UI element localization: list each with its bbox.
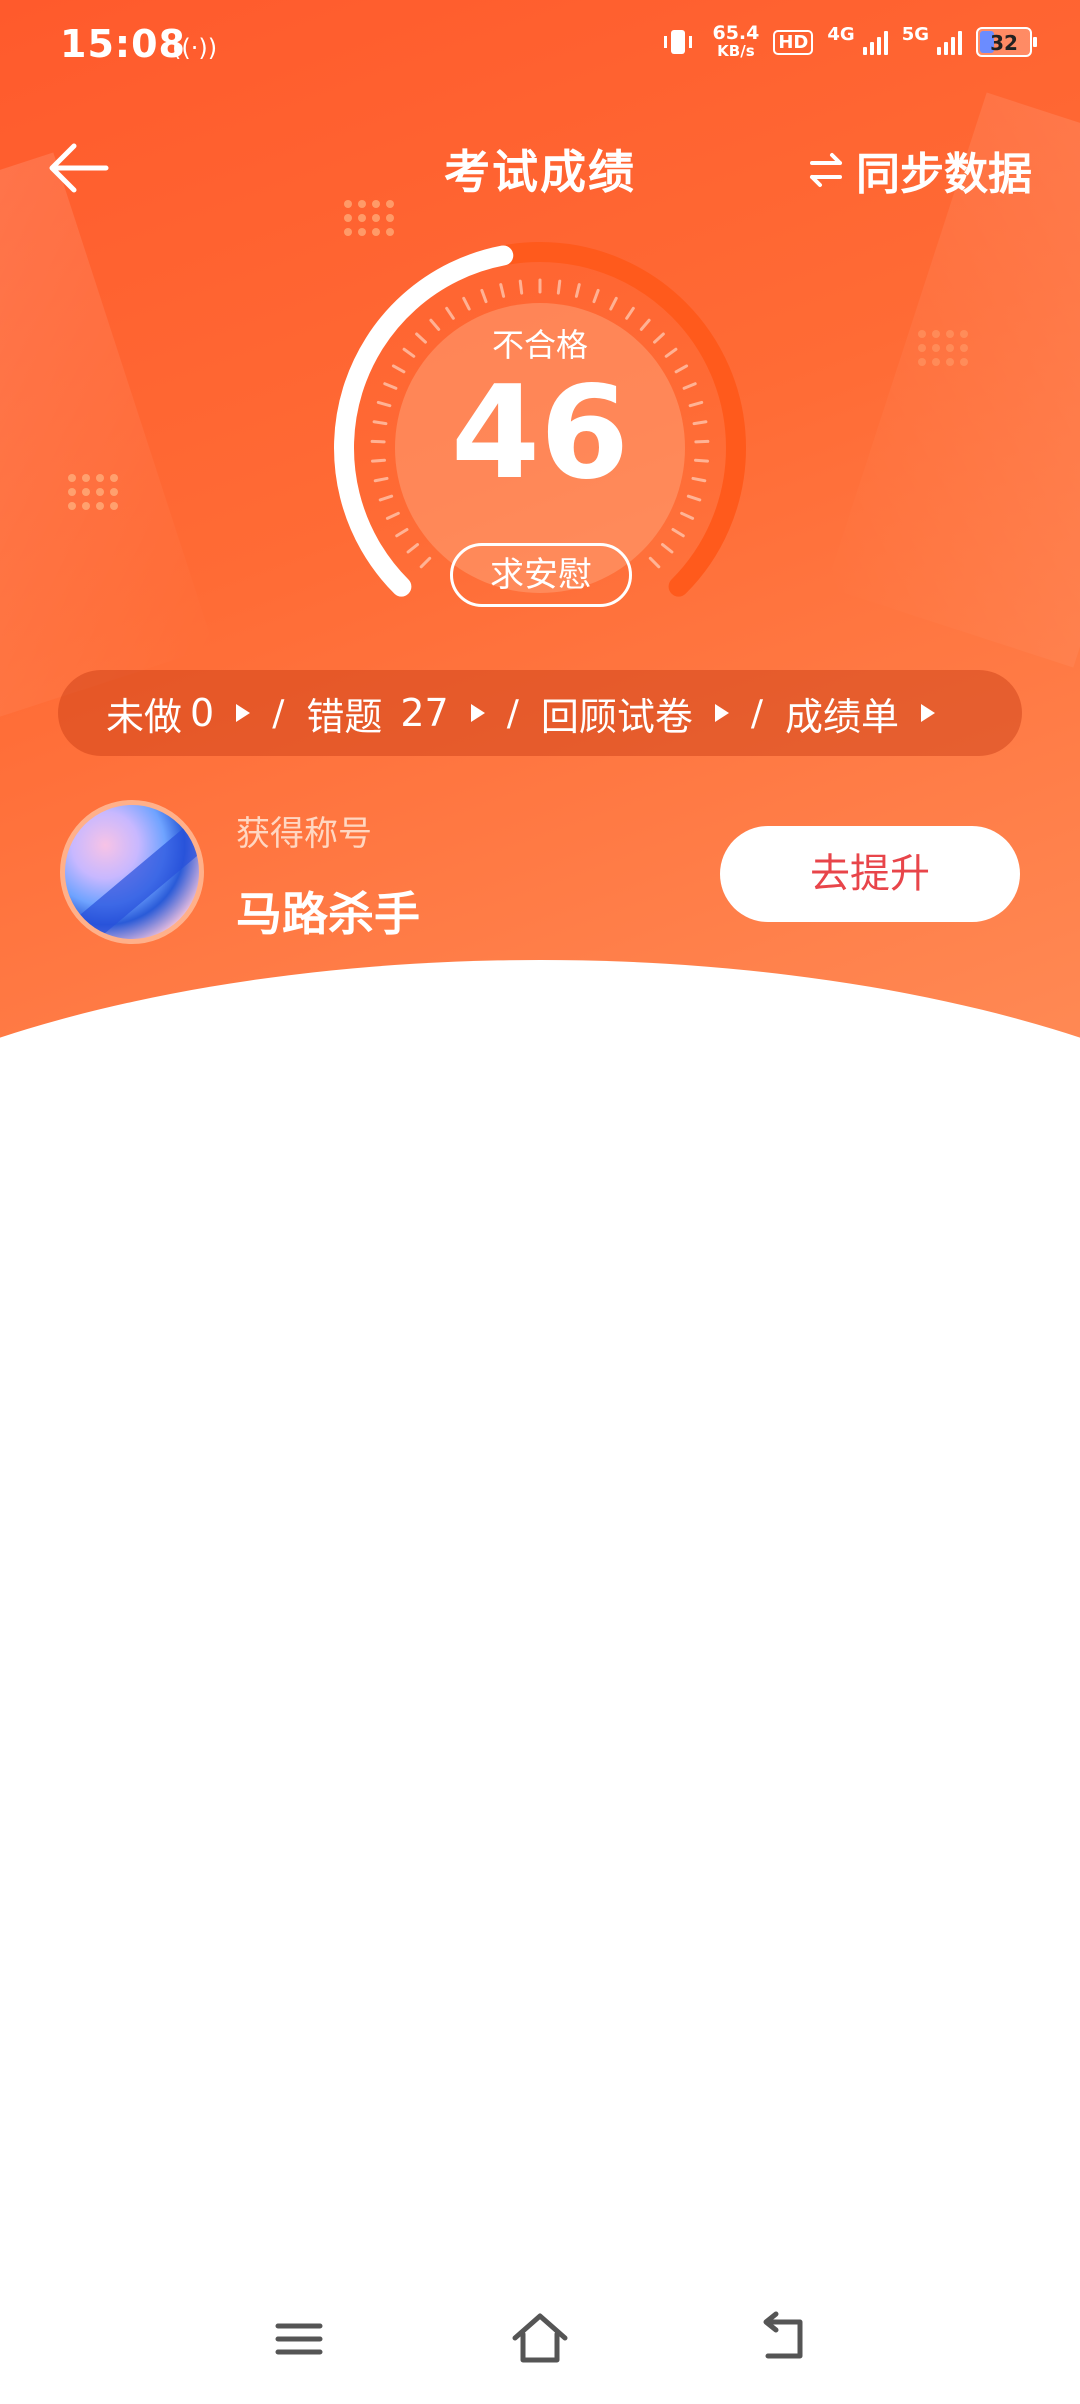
decorative-dots (68, 474, 118, 510)
gauge-tick (518, 279, 524, 295)
battery-icon: 32 (976, 27, 1037, 57)
gauge-tick (419, 556, 432, 569)
status-bar: 15:08 ((·)) 65.4 KB/s HD 4G 5G 32 (0, 0, 1080, 96)
decorative-dots (918, 330, 968, 366)
menu-icon[interactable] (264, 2304, 334, 2374)
gauge-tick (671, 528, 685, 538)
gauge-tick (625, 306, 635, 320)
home-icon[interactable] (505, 2304, 575, 2374)
separator: / (750, 692, 764, 734)
network-speed: 65.4 KB/s (712, 22, 760, 61)
gauge-tick (592, 288, 600, 304)
decorative-sheen (0, 152, 214, 728)
vibrate-icon (664, 30, 693, 54)
signal-icon (862, 29, 888, 55)
stat-review-paper[interactable]: 回顾试卷 (541, 686, 729, 741)
sim2-network-type: 5G (901, 24, 929, 45)
earned-title-label: 获得称号 (236, 814, 372, 854)
clock: 15:08 (60, 22, 186, 66)
caret-right-icon (236, 704, 251, 722)
earned-title-value: 马路杀手 (236, 887, 420, 941)
gauge-tick (480, 288, 488, 304)
hd-icon: HD (773, 29, 814, 55)
stat-wrong[interactable]: 错题 27 (306, 686, 485, 741)
separator: / (272, 692, 285, 734)
avatar (60, 800, 204, 944)
hero-curve (0, 960, 1080, 1070)
improve-button[interactable]: 去提升 (720, 826, 1020, 922)
gauge-tick (556, 279, 562, 295)
stat-undone[interactable]: 未做 0 (106, 686, 251, 741)
stat-report-card[interactable]: 成绩单 (785, 686, 936, 741)
system-nav-bar (0, 2274, 1080, 2404)
sim1-network-type: 4G (827, 24, 855, 45)
comfort-button[interactable]: 求安慰 (450, 543, 632, 607)
gauge-tick (445, 306, 455, 320)
signal-icon (937, 29, 962, 55)
gauge-tick (499, 283, 506, 298)
sync-data-button[interactable]: 同步数据 (806, 138, 1032, 202)
swap-icon (810, 153, 842, 187)
gauge-tick (385, 511, 400, 520)
score-value: 46 (450, 359, 630, 508)
sync-data-label: 同步数据 (856, 149, 1032, 200)
separator: / (506, 692, 519, 734)
caret-right-icon (714, 704, 729, 722)
gauge-tick (680, 511, 695, 520)
nfc-icon: ((·)) (172, 34, 218, 62)
gauge-tick (395, 528, 409, 538)
gauge-tick (648, 556, 661, 569)
gauge-tick (406, 543, 419, 554)
gauge-tick (574, 283, 581, 298)
gauge-tick (661, 543, 674, 554)
gauge-tick (462, 296, 471, 311)
back-icon[interactable] (746, 2304, 816, 2374)
caret-right-icon (921, 704, 936, 722)
stats-bar: 未做 0 / 错题 27 / 回顾试卷 / 成绩单 (58, 670, 1022, 756)
battery-level: 32 (990, 31, 1018, 55)
score-gauge: 不合格 46 求安慰 (320, 230, 760, 630)
gauge-tick (609, 296, 618, 311)
caret-right-icon (470, 704, 485, 722)
